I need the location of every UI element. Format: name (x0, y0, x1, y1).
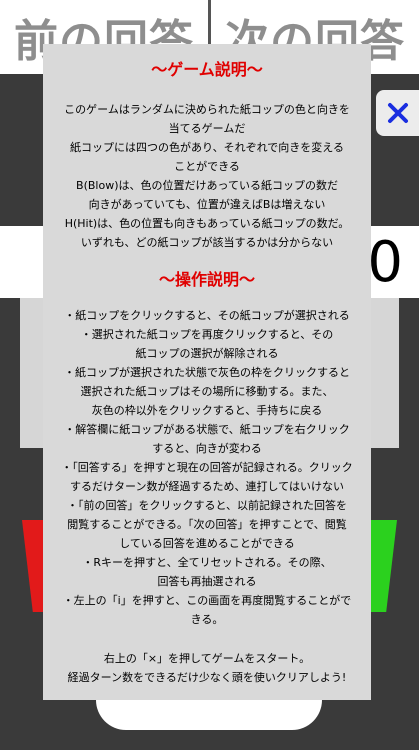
controls-line: ・「回答する」を押すと現在の回答が記録される。クリック (61, 461, 353, 474)
close-x-icon (387, 103, 408, 123)
controls-line: するだけターン数が経過するため、連打してはいけない (70, 480, 344, 493)
controls-line: 選択された紙コップはその場所に移動する。また、 (80, 385, 334, 398)
controls-list: ・紙コップをクリックすると、その紙コップが選択される ・選択された紙コップを再度… (43, 306, 371, 629)
game-explanation-text: このゲームはランダムに決められた紙コップの色と向きを 当てるゲームだ 紙コップに… (43, 100, 371, 252)
controls-line: ・左上の「i」を押すと、この画面を再度閲覧することがで (62, 594, 352, 607)
game-line: H(Hit)は、色の位置も向きもあっている紙コップの数だ。 (64, 217, 350, 230)
controls-line: 閲覧することができる。「次の回答」を押すことで、閲覧 (67, 518, 347, 531)
controls-line: 回答も再抽選される (157, 575, 257, 588)
controls-line: ・「前の回答」をクリックすると、以前記録された回答を (66, 499, 348, 512)
controls-line: ・紙コップをクリックすると、その紙コップが選択される (64, 309, 350, 322)
controls-line: 紙コップの選択が解除される (135, 347, 279, 360)
controls-line: きる。 (190, 613, 224, 626)
close-help-button[interactable] (376, 90, 419, 136)
controls-line: ・Rキーを押すと、全てリセットされる。その際、 (82, 556, 332, 569)
controls-line: している回答を進めることができる (119, 537, 295, 550)
help-overlay: 〜ゲーム説明〜 このゲームはランダムに決められた紙コップの色と向きを 当てるゲー… (43, 44, 371, 700)
turn-counter: 0 (367, 229, 403, 295)
controls-line: ・解答欄に紙コップがある状態で、紙コップを右クリック (64, 423, 350, 436)
game-explanation-title: 〜ゲーム説明〜 (151, 60, 263, 79)
game-line: B(Blow)は、色の位置だけあっている紙コップの数だ (76, 179, 338, 192)
controls-line: すると、向きが変わる (152, 442, 262, 455)
footer-line: 右上の「×」を押してゲームをスタート。 (103, 652, 311, 665)
game-line: このゲームはランダムに決められた紙コップの色と向きを (64, 103, 350, 116)
controls-explanation-title: 〜操作説明〜 (158, 270, 255, 289)
controls-line: 灰色の枠以外をクリックすると、手持ちに戻る (91, 404, 323, 417)
controls-line: ・選択された紙コップを再度クリックすると、その (80, 328, 334, 341)
game-line: ことができる (174, 160, 240, 173)
footer-line: 経過ターン数をできるだけ少なく頭を使いクリアしよう! (67, 671, 347, 684)
game-line: いずれも、どの紙コップが該当するかは分からない (80, 236, 334, 249)
game-line: 向きがあっていても、位置が違えばBは増えない (88, 198, 326, 211)
start-instructions: 右上の「×」を押してゲームをスタート。 経過ターン数をできるだけ少なく頭を使いク… (43, 649, 371, 687)
game-line: 紙コップには四つの色があり、それぞれで向きを変える (70, 141, 344, 154)
game-line: 当てるゲームだ (168, 122, 246, 135)
controls-line: ・紙コップが選択された状態で灰色の枠をクリックすると (64, 366, 350, 379)
